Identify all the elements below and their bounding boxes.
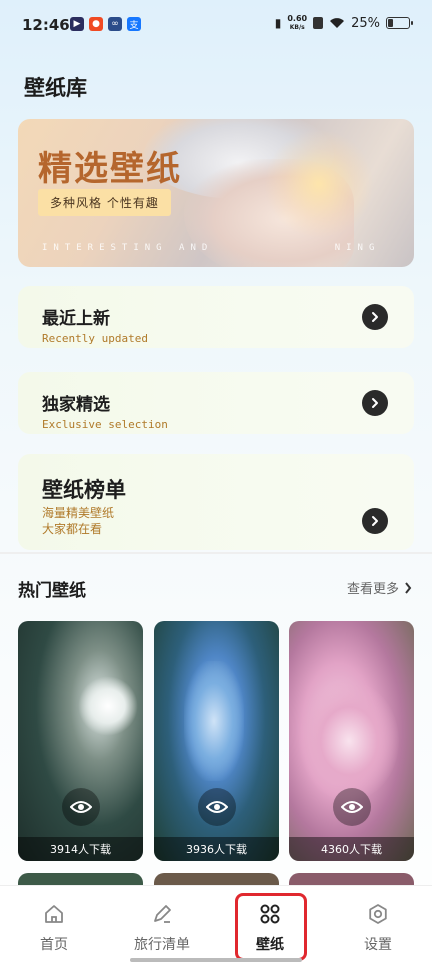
pink-lily-flower-shape bbox=[299, 681, 399, 801]
wallpaper-thumbnail-hyacinth[interactable]: 3936人下载 bbox=[154, 621, 279, 861]
app-notification-icon: ∞ bbox=[108, 17, 122, 31]
notification-icons: ▶ ● ∞ 支 bbox=[70, 17, 141, 31]
featured-banner[interactable]: 精选壁纸 多种风格 个性有趣 INTERESTING AND NING bbox=[18, 119, 414, 267]
banner-light-glow bbox=[264, 129, 374, 239]
banner-tagline-right: NING bbox=[334, 243, 381, 253]
wifi-icon bbox=[330, 18, 345, 28]
download-count: 3914人下载 bbox=[18, 837, 143, 861]
app-notification-icon: 支 bbox=[127, 17, 141, 31]
battery-fill bbox=[388, 19, 393, 27]
battery-icon bbox=[386, 17, 413, 29]
status-right: ▮ 0.60 KB/s 25% bbox=[274, 14, 413, 32]
arrow-right-icon[interactable] bbox=[362, 508, 388, 534]
banner-tag: 多种风格 个性有趣 bbox=[38, 189, 171, 216]
exclusive-selection-card[interactable]: 独家精选 Exclusive selection bbox=[18, 372, 414, 434]
chevron-right-icon bbox=[405, 581, 412, 594]
net-speed: 0.60 KB/s bbox=[287, 14, 307, 32]
banner-title: 精选壁纸 bbox=[38, 149, 182, 189]
menu-card-title: 最近上新 bbox=[42, 309, 110, 329]
menu-card-subtitle: Recently updated bbox=[42, 332, 148, 345]
see-more-label: 查看更多 bbox=[346, 582, 399, 597]
status-bar: 12:46 ▶ ● ∞ 支 ▮ 0.60 KB/s 25% bbox=[0, 0, 432, 52]
section-divider bbox=[0, 552, 432, 554]
active-tab-highlight bbox=[235, 893, 307, 961]
see-more-link[interactable]: 查看更多 bbox=[347, 578, 412, 597]
eye-icon[interactable] bbox=[197, 788, 236, 826]
page-title: 壁纸库 bbox=[24, 76, 87, 100]
hot-wallpapers-title: 热门壁纸 bbox=[18, 581, 86, 601]
lily-flower-shape bbox=[78, 676, 138, 736]
menu-card-subtitle: Exclusive selection bbox=[42, 418, 168, 431]
menu-card-subtitle-line2: 大家都在看 bbox=[42, 522, 103, 536]
banner-tagline-left: INTERESTING AND bbox=[42, 243, 214, 253]
app-notification-icon: ● bbox=[89, 17, 103, 31]
nav-label-settings: 设置 bbox=[364, 937, 392, 953]
net-speed-unit: KB/s bbox=[289, 24, 305, 31]
settings-icon bbox=[369, 904, 387, 924]
net-speed-value: 0.60 bbox=[287, 14, 308, 23]
menu-card-title: 独家精选 bbox=[42, 395, 110, 415]
recently-updated-card[interactable]: 最近上新 Recently updated bbox=[18, 286, 414, 348]
banner-tagline: INTERESTING AND NING bbox=[42, 243, 380, 253]
wallpaper-thumbnail-pink-lily[interactable]: 4360人下载 bbox=[289, 621, 414, 861]
download-count: 4360人下载 bbox=[289, 837, 414, 861]
nav-item-travel-list[interactable]: 旅行清单 bbox=[108, 886, 216, 964]
eye-icon[interactable] bbox=[61, 788, 100, 826]
menu-card-title: 壁纸榜单 bbox=[42, 478, 126, 502]
nav-label-home: 首页 bbox=[40, 937, 68, 953]
battery-text: 25% bbox=[351, 15, 380, 31]
arrow-right-icon[interactable] bbox=[362, 304, 388, 330]
wallpaper-ranking-card[interactable]: 壁纸榜单 海量精美壁纸 大家都在看 bbox=[18, 454, 414, 550]
wallpaper-thumbnail-lily[interactable]: 3914人下载 bbox=[18, 621, 143, 861]
home-icon bbox=[45, 905, 63, 923]
vibrate-icon: ▮ bbox=[274, 16, 282, 30]
arrow-right-icon[interactable] bbox=[362, 390, 388, 416]
sim-icon bbox=[313, 17, 324, 29]
home-indicator bbox=[130, 958, 302, 962]
menu-card-subtitle-line1: 海量精美壁纸 bbox=[42, 506, 115, 520]
status-time: 12:46 bbox=[22, 16, 70, 34]
download-count: 3936人下载 bbox=[154, 837, 279, 861]
nav-item-settings[interactable]: 设置 bbox=[324, 886, 432, 964]
nav-item-home[interactable]: 首页 bbox=[0, 886, 108, 964]
app-notification-icon: ▶ bbox=[70, 17, 84, 31]
eye-icon[interactable] bbox=[332, 788, 371, 826]
bottom-navigation: 首页 旅行清单 壁纸 设置 bbox=[0, 885, 432, 964]
edit-icon bbox=[154, 905, 171, 923]
nav-label-travel-list: 旅行清单 bbox=[134, 937, 190, 953]
hyacinth-flower-shape bbox=[184, 661, 244, 781]
